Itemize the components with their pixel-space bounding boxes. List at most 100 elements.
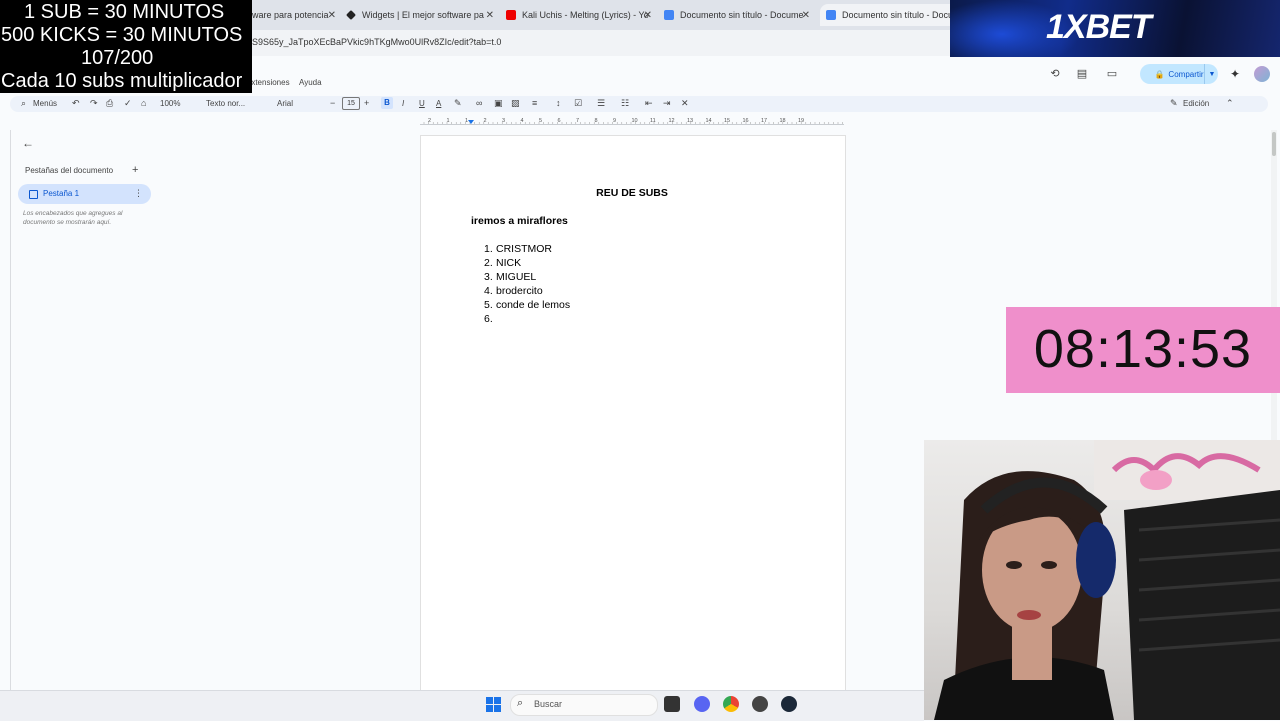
close-tab-icon[interactable]: ✕ xyxy=(802,10,810,21)
url-text[interactable]: S9S65y_JaTpoXEcBaPVkic9hTKgMwo0UlRv8ZIc/… xyxy=(252,37,501,47)
windows-start-icon[interactable] xyxy=(486,697,501,712)
list-number: 1. xyxy=(484,243,493,255)
menus-search[interactable]: Menús xyxy=(33,99,57,108)
search-icon: ⌕ xyxy=(517,697,524,709)
chrome-icon[interactable] xyxy=(723,696,739,712)
pencil-icon: ✎ xyxy=(1170,98,1178,108)
diamond-icon xyxy=(346,10,356,20)
list-text[interactable]: brodercito xyxy=(496,285,543,297)
list-text[interactable]: MIGUEL xyxy=(496,271,536,283)
document-title[interactable]: REU DE SUBS xyxy=(420,187,844,199)
taskbar-search[interactable] xyxy=(510,694,658,716)
tabs-hint-text: Los encabezados que agregues al document… xyxy=(23,210,123,226)
font-size-input[interactable]: 15 xyxy=(342,97,360,110)
bullet-list-icon[interactable]: ☰ xyxy=(597,98,605,108)
zoom-select[interactable]: 100% xyxy=(160,99,180,108)
collapse-toolbar-icon[interactable]: ⌃ xyxy=(1226,98,1234,108)
redo-icon[interactable]: ↷ xyxy=(90,98,98,108)
share-label: Compartir xyxy=(1168,69,1204,79)
list-item[interactable]: 3. MIGUEL xyxy=(484,271,536,283)
timer-text: 08:13:53 xyxy=(1033,319,1253,379)
back-arrow-icon[interactable]: ← xyxy=(22,136,34,150)
overlay-line: 107/200 xyxy=(81,47,154,69)
steam-icon[interactable] xyxy=(781,696,797,712)
discord-icon[interactable] xyxy=(694,696,710,712)
share-dropdown-icon[interactable]: ▼ xyxy=(1204,64,1219,84)
obs-icon[interactable] xyxy=(752,696,768,712)
print-icon[interactable]: ⎙ xyxy=(106,98,113,108)
decrease-indent-icon[interactable]: ⇤ xyxy=(645,98,653,108)
clear-format-icon[interactable]: ✕ xyxy=(681,98,689,108)
decrease-font-icon[interactable]: − xyxy=(330,98,335,108)
lock-icon: 🔒 xyxy=(1154,69,1165,79)
document-tab-icon xyxy=(29,190,38,199)
add-tab-icon[interactable]: + xyxy=(132,164,138,176)
stream-goals-overlay: 1 SUB = 30 MINUTOS 500 KICKS = 30 MINUTO… xyxy=(0,0,252,93)
font-select[interactable]: Arial xyxy=(277,99,293,108)
numbered-list-icon[interactable]: ☷ xyxy=(621,98,629,108)
tab-title: Documento sin título - Docum xyxy=(842,10,958,20)
list-item[interactable]: 4. brodercito xyxy=(484,285,543,297)
increase-font-icon[interactable]: + xyxy=(364,98,369,108)
list-item[interactable]: 6. xyxy=(484,313,496,325)
search-menus-icon[interactable]: ⌕ xyxy=(21,98,26,108)
image-icon[interactable]: ▨ xyxy=(511,98,520,108)
sponsor-logo: 1XBET xyxy=(1046,8,1152,46)
undo-icon[interactable]: ↶ xyxy=(72,98,80,108)
list-item[interactable]: 2. NICK xyxy=(484,257,521,269)
add-comment-icon[interactable]: ▣ xyxy=(494,98,503,108)
gemini-icon[interactable]: ✦ xyxy=(1230,67,1240,81)
tab-title: Documento sin título - Docume xyxy=(680,10,804,20)
paint-format-icon[interactable]: ⌂ xyxy=(141,98,146,108)
highlight-icon[interactable]: ✎ xyxy=(454,98,462,108)
browser-tab[interactable]: Widgets | El mejor software pa ✕ xyxy=(346,4,498,26)
browser-tab[interactable]: Documento sin título - Docume ✕ xyxy=(664,4,814,26)
link-icon[interactable]: ∞ xyxy=(476,98,482,108)
file-explorer-icon[interactable] xyxy=(664,696,680,712)
menu-extensions[interactable]: Extensiones xyxy=(252,78,290,87)
text-color-button[interactable]: A xyxy=(436,99,441,108)
close-tab-icon[interactable]: ✕ xyxy=(486,10,494,21)
checklist-icon[interactable]: ☑ xyxy=(574,98,582,108)
comment-icon[interactable]: ▤ xyxy=(1076,68,1088,80)
increase-indent-icon[interactable]: ⇥ xyxy=(663,98,671,108)
meet-icon[interactable]: ▭ xyxy=(1106,68,1118,80)
menu-help[interactable]: Ayuda xyxy=(299,78,322,87)
overlay-line: 1 SUB = 30 MINUTOS xyxy=(24,1,225,23)
overlay-line: Cada 10 subs multiplicador xyxy=(1,70,243,92)
ruler-divider xyxy=(420,124,844,125)
list-text[interactable]: conde de lemos xyxy=(496,299,570,311)
youtube-icon xyxy=(506,10,516,20)
list-number: 3. xyxy=(484,271,493,283)
list-item[interactable]: 5. conde de lemos xyxy=(484,299,570,311)
close-tab-icon[interactable]: ✕ xyxy=(328,10,336,21)
avatar[interactable] xyxy=(1254,66,1270,82)
close-tab-icon[interactable]: ✕ xyxy=(644,10,652,21)
sidebar-tab-label[interactable]: Pestaña 1 xyxy=(43,189,79,198)
spellcheck-icon[interactable]: ✓ xyxy=(124,98,132,108)
tab-title: Kali Uchis - Melting (Lyrics) - Yo xyxy=(522,10,649,20)
underline-button[interactable]: U xyxy=(419,99,425,108)
italic-button[interactable]: I xyxy=(402,99,404,108)
bold-button[interactable]: B xyxy=(381,97,393,109)
list-item[interactable]: 1. CRISTMOR xyxy=(484,243,552,255)
overlay-line: 500 KICKS = 30 MINUTOS xyxy=(1,24,243,46)
scrollbar-thumb[interactable] xyxy=(1272,132,1276,156)
align-icon[interactable]: ≡ xyxy=(532,98,537,108)
line-spacing-icon[interactable]: ↕ xyxy=(556,98,561,108)
browser-tab[interactable]: ware para potencia ✕ xyxy=(252,4,340,26)
webcam-feed xyxy=(924,440,1280,720)
list-text[interactable]: NICK xyxy=(496,257,521,269)
docs-toolbar xyxy=(10,96,1268,112)
tab-title: ware para potencia xyxy=(252,10,329,20)
search-placeholder[interactable]: Buscar xyxy=(534,699,562,709)
style-select[interactable]: Texto nor... xyxy=(206,99,245,108)
document-subtitle[interactable]: iremos a miraflores xyxy=(471,215,568,227)
browser-tab-active[interactable]: Documento sin título - Docum xyxy=(820,4,958,26)
list-text[interactable]: CRISTMOR xyxy=(496,243,552,255)
more-options-icon[interactable]: ⋮ xyxy=(134,188,143,199)
browser-tab[interactable]: Kali Uchis - Melting (Lyrics) - Yo ✕ xyxy=(506,4,656,26)
history-icon[interactable]: ⟲ xyxy=(1049,68,1061,80)
list-number: 6. xyxy=(484,313,493,325)
edit-mode-select[interactable]: Edición xyxy=(1183,99,1209,108)
